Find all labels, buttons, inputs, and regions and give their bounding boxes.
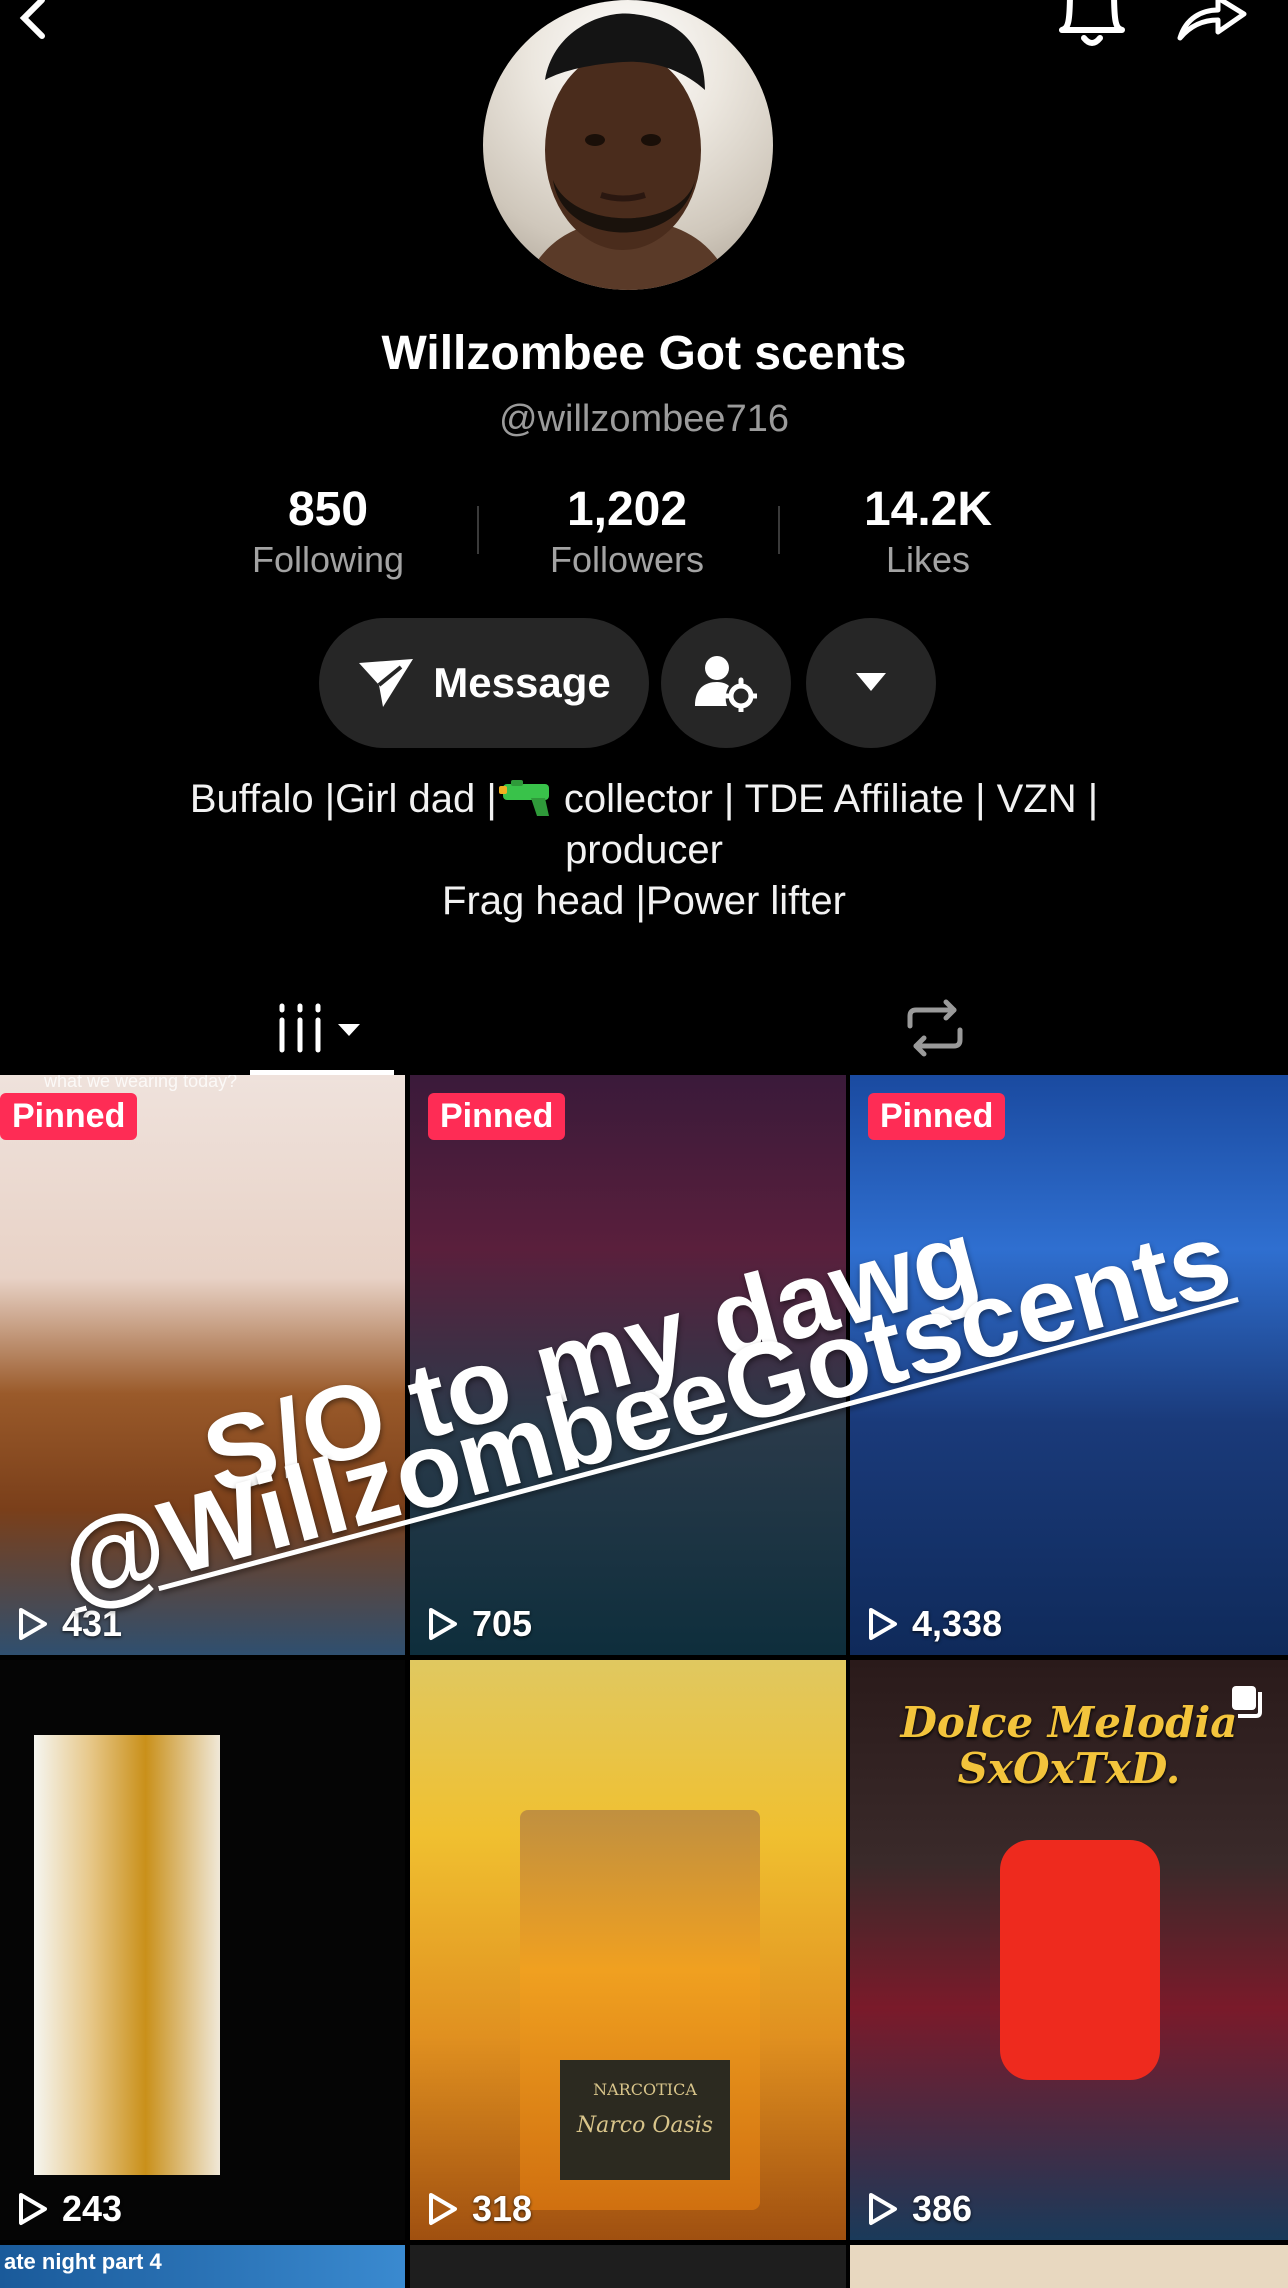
play-icon xyxy=(429,1608,457,1640)
video-caption: ate night part 4 xyxy=(4,2249,162,2274)
caret-down-icon xyxy=(856,673,886,691)
video-title-line-2: SxOxTxD. xyxy=(957,1744,1181,1793)
user-settings-icon xyxy=(695,656,757,712)
video-thumbnail[interactable]: Pinned 4,338 xyxy=(850,1075,1288,1655)
stat-following[interactable]: 850 Following xyxy=(198,482,458,582)
repost-icon xyxy=(907,999,963,1056)
view-count-value: 386 xyxy=(912,2188,973,2229)
tab-reposts[interactable] xyxy=(880,980,990,1075)
view-count-value: 318 xyxy=(472,2188,533,2229)
video-thumbnail[interactable] xyxy=(410,2245,846,2288)
video-caption: what we wearing today? xyxy=(44,1075,238,1091)
play-icon xyxy=(869,2193,897,2225)
water-pistol-icon xyxy=(498,780,549,816)
thumbnail-image xyxy=(34,1735,220,2175)
stat-likes-value: 14.2K xyxy=(863,483,993,536)
grid-icon xyxy=(279,1003,360,1052)
avatar-photo xyxy=(523,13,733,290)
message-button[interactable]: Message xyxy=(319,618,649,748)
video-thumbnail[interactable]: 243 xyxy=(0,1660,405,2240)
view-count: 318 xyxy=(428,2188,532,2230)
view-count-value: 243 xyxy=(62,2188,123,2229)
video-thumbnail[interactable]: Dolce Melodia SxOxTxD. 386 xyxy=(850,1660,1288,2240)
chevron-left-icon xyxy=(19,0,45,39)
view-count-value: 431 xyxy=(62,1603,123,1644)
stat-divider xyxy=(477,506,479,554)
pinned-badge: Pinned xyxy=(0,1093,138,1140)
message-button-label: Message xyxy=(433,659,611,706)
bottle-label-name: Narco Oasis xyxy=(576,2113,714,2138)
view-count: 243 xyxy=(18,2188,122,2230)
bottle-label-brand: NARCOTICA xyxy=(593,2080,697,2099)
share-button[interactable] xyxy=(1172,0,1252,50)
video-title-line-1: Dolce Melodia xyxy=(900,1698,1238,1747)
bio: Buffalo |Girl dad | collector | TDE Affi… xyxy=(90,774,1198,927)
send-icon xyxy=(359,659,414,707)
bottle-label: NARCOTICA Narco Oasis xyxy=(560,2060,730,2180)
stat-likes-label: Likes xyxy=(885,539,971,580)
video-thumbnail[interactable]: what we wearing today? Pinned 431 xyxy=(0,1075,405,1655)
bio-text: collector | TDE Affiliate | VZN | xyxy=(552,777,1099,821)
tab-videos[interactable] xyxy=(250,980,394,1075)
play-icon xyxy=(869,1608,897,1640)
video-thumbnail[interactable] xyxy=(850,2245,1288,2288)
username: @willzombee716 xyxy=(499,398,789,440)
play-icon xyxy=(429,2193,457,2225)
video-thumbnail[interactable]: ate night part 4 xyxy=(0,2245,405,2288)
bio-line-1: Buffalo |Girl dad | collector | TDE Affi… xyxy=(90,774,1198,825)
video-title-overlay: Dolce Melodia SxOxTxD. xyxy=(850,1700,1288,1792)
stat-followers[interactable]: 1,202 Followers xyxy=(497,482,757,582)
photo-carousel-icon xyxy=(1232,1686,1262,1718)
video-thumbnail[interactable]: Pinned 705 xyxy=(410,1075,846,1655)
view-count-value: 705 xyxy=(472,1603,533,1644)
view-count: 386 xyxy=(868,2188,972,2230)
play-icon xyxy=(19,1608,47,1640)
more-options-button[interactable] xyxy=(806,618,936,748)
view-count: 705 xyxy=(428,1603,532,1645)
share-arrow-icon xyxy=(1177,0,1247,41)
thumbnail-image xyxy=(1000,1840,1160,2080)
stat-likes[interactable]: 14.2K Likes xyxy=(798,482,1058,582)
video-thumbnail[interactable]: NARCOTICA Narco Oasis 318 xyxy=(410,1660,846,2240)
bio-line-3: Frag head |Power lifter xyxy=(442,879,846,923)
stat-divider xyxy=(778,506,780,554)
play-icon xyxy=(19,2193,47,2225)
view-count: 4,338 xyxy=(868,1603,1002,1645)
stat-following-value: 850 xyxy=(287,483,369,536)
bio-line-2: producer xyxy=(565,828,723,872)
stat-followers-label: Followers xyxy=(549,539,705,580)
pinned-badge: Pinned xyxy=(868,1093,1006,1140)
display-name: Willzombee Got scents xyxy=(381,327,907,380)
avatar[interactable] xyxy=(483,0,773,290)
back-button[interactable] xyxy=(0,0,70,50)
follow-settings-button[interactable] xyxy=(661,618,791,748)
notifications-button[interactable] xyxy=(1052,0,1132,50)
pinned-badge: Pinned xyxy=(428,1093,566,1140)
view-count: 431 xyxy=(18,1603,122,1645)
bio-text: Buffalo |Girl dad | xyxy=(189,777,497,821)
view-count-value: 4,338 xyxy=(912,1603,1003,1644)
stat-following-label: Following xyxy=(251,539,405,580)
stat-followers-value: 1,202 xyxy=(566,483,688,536)
bell-icon xyxy=(1059,0,1125,46)
